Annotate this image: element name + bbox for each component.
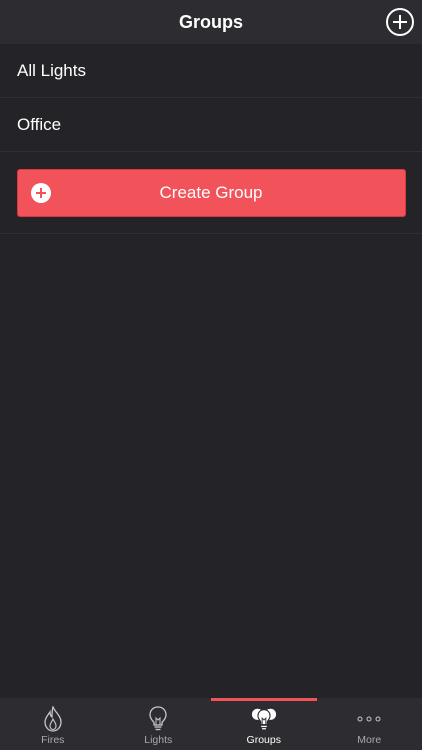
tab-label: Fires [41, 734, 65, 746]
tab-fires[interactable]: Fires [0, 698, 106, 750]
tab-groups[interactable]: Groups [211, 698, 317, 750]
create-group-label: Create Group [159, 182, 263, 202]
create-group-button[interactable]: Create Group [16, 168, 406, 217]
group-item-office[interactable]: Office [0, 98, 422, 152]
plus-icon [393, 15, 407, 29]
lightbulb-icon [145, 706, 171, 732]
page-title: Groups [178, 11, 243, 32]
group-label: All Lights [17, 60, 86, 80]
tab-lights[interactable]: Lights [106, 698, 212, 750]
groups-list: All Lights Office Create Group [0, 44, 422, 234]
group-item-all-lights[interactable]: All Lights [0, 44, 422, 98]
tab-more[interactable]: More [317, 698, 422, 750]
bulb-group-icon [251, 706, 277, 732]
add-group-button[interactable] [386, 8, 414, 36]
tab-bar: Fires Lights Groups More [0, 698, 422, 750]
group-label: Office [17, 114, 62, 134]
active-tab-indicator [211, 698, 317, 701]
plus-circle-icon [30, 182, 51, 203]
tab-label: Lights [144, 734, 173, 746]
flame-icon [40, 706, 66, 732]
nav-bar: Groups [0, 0, 422, 44]
create-group-row: Create Group [0, 152, 422, 234]
tab-label: More [357, 734, 382, 746]
groups-screen: Groups All Lights Office Create Group Fi… [0, 0, 422, 750]
more-dots-icon [356, 706, 382, 732]
tab-label: Groups [246, 734, 281, 746]
